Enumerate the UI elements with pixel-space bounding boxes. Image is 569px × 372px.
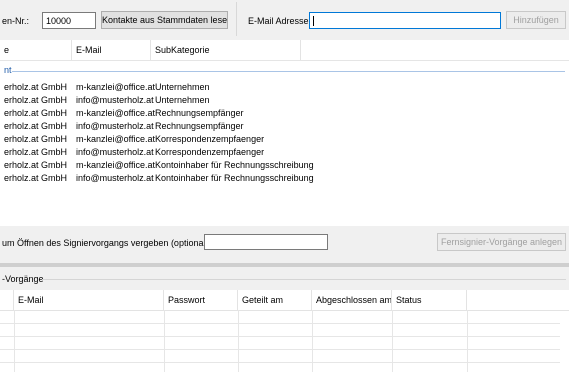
contact-subcategory: Unternehmen: [155, 95, 210, 105]
contacts-list[interactable]: e E-Mail SubKategorie nt erholz.at GmbH …: [0, 40, 569, 226]
contact-name: erholz.at GmbH: [4, 160, 68, 170]
column-header-subcategory[interactable]: SubKategorie: [151, 40, 301, 60]
contact-email: info@musterholz.at: [76, 147, 154, 157]
customer-number-label: en-Nr.:: [2, 16, 30, 26]
contact-email: m-kanzlei@office.at: [76, 160, 156, 170]
splitter[interactable]: [0, 263, 569, 267]
contact-name: erholz.at GmbH: [4, 82, 68, 92]
contact-email: info@musterholz.at: [76, 121, 154, 131]
contact-name: erholz.at GmbH: [4, 147, 68, 157]
create-remote-signing-button[interactable]: Fernsignier-Vorgänge anlegen: [437, 233, 566, 251]
contact-email: m-kanzlei@office.at: [76, 108, 156, 118]
contact-subcategory: Rechnungsempfänger: [155, 108, 244, 118]
column-header-name[interactable]: e: [0, 40, 72, 60]
grid-column-line: [312, 310, 313, 372]
add-button[interactable]: Hinzufügen: [506, 11, 566, 29]
toolbar-separator: [236, 2, 237, 36]
group-divider: [12, 71, 565, 72]
processes-group-border: [42, 279, 566, 280]
contacts-group-label: nt: [4, 65, 12, 75]
customer-number-input[interactable]: 10000: [42, 12, 96, 29]
list-item[interactable]: erholz.at GmbH info@musterholz.at Korres…: [0, 146, 560, 159]
grid-row-line: [0, 336, 560, 337]
grid-row-line: [0, 362, 560, 363]
contact-name: erholz.at GmbH: [4, 134, 68, 144]
contact-email: m-kanzlei@office.at: [76, 134, 156, 144]
column-header-email[interactable]: E-Mail: [14, 290, 164, 310]
contact-name: erholz.at GmbH: [4, 173, 68, 183]
column-header-status[interactable]: Status: [392, 290, 467, 310]
grid-column-line: [14, 310, 15, 372]
grid-column-line: [467, 310, 468, 372]
list-item[interactable]: erholz.at GmbH info@musterholz.at Rechnu…: [0, 120, 560, 133]
contact-subcategory: Korrespondenzempfaenger: [155, 134, 265, 144]
list-item[interactable]: erholz.at GmbH info@musterholz.at Kontoi…: [0, 172, 560, 185]
signing-password-label: um Öffnen des Signiervorgangs vergeben (…: [2, 238, 211, 248]
contact-subcategory: Kontoinhaber für Rechnungsschreibung: [155, 160, 314, 170]
list-item[interactable]: erholz.at GmbH m-kanzlei@office.at Rechn…: [0, 107, 560, 120]
column-header-email[interactable]: E-Mail: [72, 40, 151, 60]
list-item[interactable]: erholz.at GmbH info@musterholz.at Untern…: [0, 94, 560, 107]
contact-email: info@musterholz.at: [76, 173, 154, 183]
list-item[interactable]: erholz.at GmbH m-kanzlei@office.at Konto…: [0, 159, 560, 172]
list-item[interactable]: erholz.at GmbH m-kanzlei@office.at Korre…: [0, 133, 560, 146]
text-caret: [313, 16, 314, 26]
processes-group-label: -Vorgänge: [2, 274, 44, 284]
list-item[interactable]: erholz.at GmbH m-kanzlei@office.at Unter…: [0, 81, 560, 94]
column-header-shared-on[interactable]: Geteilt am: [238, 290, 312, 310]
grid-column-line: [238, 310, 239, 372]
contact-subcategory: Kontoinhaber für Rechnungsschreibung: [155, 173, 314, 183]
contact-name: erholz.at GmbH: [4, 95, 68, 105]
processes-grid[interactable]: E-Mail Passwort Geteilt am Abgeschlossen…: [0, 290, 569, 372]
grid-column-line: [392, 310, 393, 372]
contact-email: info@musterholz.at: [76, 95, 154, 105]
contact-subcategory: Unternehmen: [155, 82, 210, 92]
contact-email: m-kanzlei@office.at: [76, 82, 156, 92]
column-header-password[interactable]: Passwort: [164, 290, 238, 310]
contact-subcategory: Rechnungsempfänger: [155, 121, 244, 131]
grid-column-line: [164, 310, 165, 372]
contacts-list-header: e E-Mail SubKategorie: [0, 40, 569, 61]
contact-name: erholz.at GmbH: [4, 121, 68, 131]
email-address-input[interactable]: [309, 12, 501, 29]
grid-row-line: [0, 323, 560, 324]
column-header-completed-on[interactable]: Abgeschlossen am: [312, 290, 392, 310]
signing-password-input[interactable]: [204, 234, 328, 250]
contact-name: erholz.at GmbH: [4, 108, 68, 118]
contact-subcategory: Korrespondenzempfaenger: [155, 147, 265, 157]
grid-row-line: [0, 349, 560, 350]
read-contacts-button[interactable]: Kontakte aus Stammdaten lesen: [101, 11, 228, 29]
processes-grid-header: E-Mail Passwort Geteilt am Abgeschlossen…: [0, 290, 569, 311]
email-address-label: E-Mail Adresse:: [248, 16, 312, 26]
row-header-corner: [0, 290, 14, 310]
